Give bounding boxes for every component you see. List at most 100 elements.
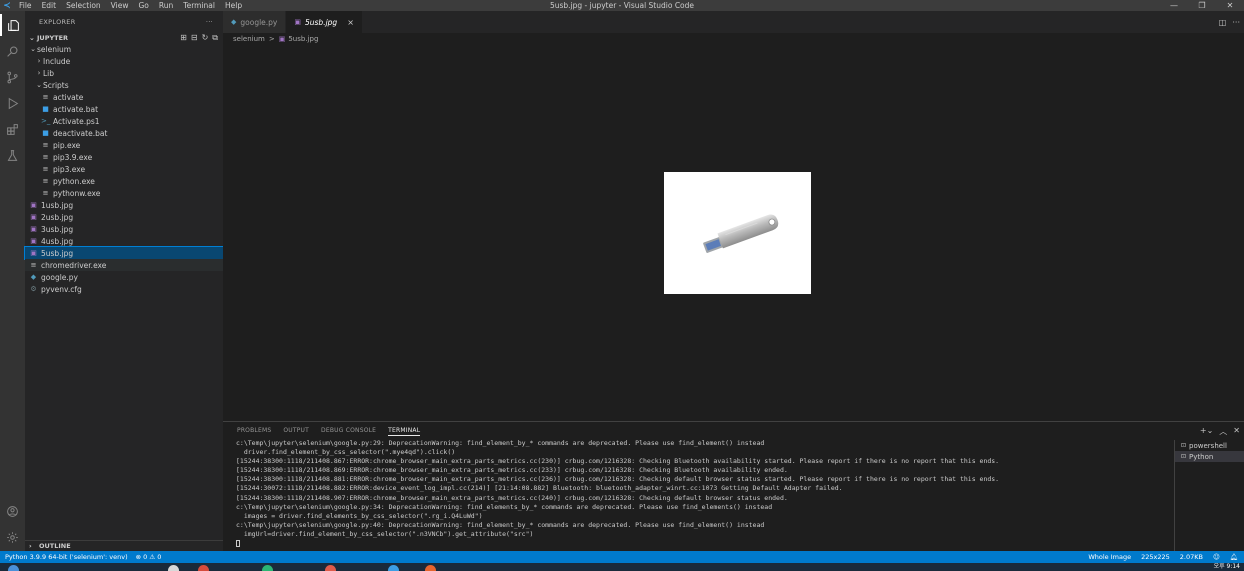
- editor-area: ◆ google.py ▣ 5usb.jpg × ◫ ··· selenium …: [223, 11, 1244, 421]
- tree-item-label: 5usb.jpg: [41, 248, 74, 258]
- tree-file[interactable]: ≡ chromedriver.exe: [25, 259, 223, 271]
- run-debug-icon[interactable]: [0, 92, 25, 114]
- menu-go[interactable]: Go: [133, 0, 153, 11]
- chevron-down-icon: ⌄: [30, 45, 36, 53]
- tab-problems[interactable]: PROBLEMS: [237, 427, 271, 435]
- source-control-icon[interactable]: [0, 66, 25, 88]
- tab-label: 5usb.jpg: [305, 17, 338, 27]
- app-icon[interactable]: [325, 565, 336, 571]
- new-file-icon[interactable]: ⊞: [180, 33, 187, 43]
- breadcrumb-file[interactable]: 5usb.jpg: [288, 35, 318, 43]
- file-type-icon: ≡: [42, 93, 49, 101]
- account-icon[interactable]: [0, 500, 25, 522]
- terminal-line: [15244:30072:1118/211408.882:ERROR:devic…: [236, 484, 843, 493]
- terminal-line: [15244:38300:1118/211408.881:ERROR:chrom…: [236, 475, 1000, 484]
- terminal-item-powershell[interactable]: ⊡ powershell: [1175, 440, 1244, 451]
- extensions-icon[interactable]: [0, 118, 25, 140]
- tree-item-label: Scripts: [43, 80, 69, 90]
- tab-google-py[interactable]: ◆ google.py: [223, 11, 287, 33]
- menu-help[interactable]: Help: [220, 0, 247, 11]
- tree-folder[interactable]: ⌄ selenium: [25, 43, 223, 55]
- search-icon[interactable]: [0, 40, 25, 62]
- feedback-icon[interactable]: ☺: [1213, 553, 1220, 561]
- app-icon[interactable]: [198, 565, 209, 571]
- terminal-line: c:\Temp\jupyter\selenium\google.py:29: D…: [236, 439, 765, 447]
- tree-file[interactable]: ■ activate.bat: [25, 103, 223, 115]
- notifications-bell-icon[interactable]: 🔔︎: [1230, 553, 1238, 561]
- tree-file[interactable]: ▣ 5usb.jpg: [24, 246, 224, 260]
- tab-5usb-jpg[interactable]: ▣ 5usb.jpg ×: [286, 11, 363, 33]
- tree-file[interactable]: >_ Activate.ps1: [25, 115, 223, 127]
- tree-file[interactable]: ≡ python.exe: [25, 175, 223, 187]
- breadcrumb-folder[interactable]: selenium: [233, 35, 265, 43]
- new-folder-icon[interactable]: ⊟: [191, 33, 198, 43]
- terminal-line: [15244:38300:1118/211408.907:ERROR:chrom…: [236, 493, 788, 502]
- explorer-icon[interactable]: [0, 14, 25, 36]
- collapse-all-icon[interactable]: ⧉: [212, 33, 218, 43]
- app-icon[interactable]: [168, 565, 179, 571]
- tree-file[interactable]: ≡ pip.exe: [25, 139, 223, 151]
- tree-file[interactable]: ▣ 4usb.jpg: [25, 235, 223, 247]
- terminal-line: [15244:38300:1118/211408.867:ERROR:chrom…: [236, 457, 1000, 466]
- tree-file[interactable]: ◆ google.py: [25, 271, 223, 283]
- image-preview: [664, 172, 811, 294]
- workspace-section[interactable]: ⌄ JUPYTER ⊞ ⊟ ↻ ⧉: [25, 33, 223, 43]
- maximize-panel-icon[interactable]: ︿: [1219, 426, 1227, 437]
- more-actions-icon[interactable]: ···: [206, 18, 213, 26]
- menu-terminal[interactable]: Terminal: [178, 0, 220, 11]
- file-tree: ⌄ selenium › Include › Lib ⌄ Scripts ≡ activate ■ a…: [24, 43, 224, 295]
- more-actions-icon[interactable]: ···: [1232, 18, 1240, 27]
- file-type-icon: >_: [41, 117, 51, 125]
- testing-flask-icon[interactable]: [0, 144, 25, 166]
- tree-file[interactable]: ≡ pip3.exe: [25, 163, 223, 175]
- terminal-line: imgUrl=driver.find_element_by_css_select…: [236, 529, 534, 538]
- tree-file[interactable]: ▣ 1usb.jpg: [25, 199, 223, 211]
- tree-file[interactable]: ⚙ pyvenv.cfg: [25, 283, 223, 295]
- refresh-icon[interactable]: ↻: [202, 33, 209, 43]
- terminal-item-python[interactable]: ⊡ Python: [1175, 451, 1244, 462]
- tree-folder[interactable]: ⌄ Scripts: [25, 79, 223, 91]
- settings-gear-icon[interactable]: [0, 526, 25, 548]
- menu-file[interactable]: File: [14, 0, 37, 11]
- app-icon[interactable]: [425, 565, 436, 571]
- start-icon[interactable]: [8, 565, 19, 571]
- close-tab-icon[interactable]: ×: [347, 18, 354, 27]
- menu-selection[interactable]: Selection: [61, 0, 106, 11]
- maximize-icon[interactable]: ❐: [1188, 0, 1216, 11]
- chevron-down-icon: ⌄: [29, 34, 35, 42]
- tree-file[interactable]: ▣ 3usb.jpg: [25, 223, 223, 235]
- outline-section[interactable]: › OUTLINE: [25, 540, 223, 551]
- tree-file[interactable]: ≡ pip3.9.exe: [25, 151, 223, 163]
- file-type-icon: ≡: [42, 189, 49, 197]
- tree-file[interactable]: ≡ activate: [25, 91, 223, 103]
- close-panel-icon[interactable]: ✕: [1233, 426, 1240, 437]
- file-type-icon: ▣: [30, 249, 37, 257]
- python-interpreter[interactable]: Python 3.9.9 64-bit ('selenium': venv): [5, 553, 128, 561]
- tree-folder[interactable]: › Lib: [25, 67, 223, 79]
- tree-file[interactable]: ≡ pythonw.exe: [25, 187, 223, 199]
- zoom-mode[interactable]: Whole Image: [1088, 553, 1131, 561]
- tab-debug-console[interactable]: DEBUG CONSOLE: [321, 427, 376, 435]
- tree-file[interactable]: ■ deactivate.bat: [25, 127, 223, 139]
- tree-item-label: 3usb.jpg: [41, 224, 74, 234]
- terminal-output[interactable]: c:\Temp\jupyter\selenium\google.py:29: D…: [236, 439, 1171, 551]
- os-taskbar: 오후 9:14: [0, 563, 1244, 571]
- menu-run[interactable]: Run: [154, 0, 178, 11]
- minimize-icon[interactable]: —: [1160, 0, 1188, 11]
- terminal-line: c:\Temp\jupyter\selenium\google.py:34: D…: [236, 502, 773, 511]
- menu-view[interactable]: View: [106, 0, 134, 11]
- python-file-icon: ◆: [231, 18, 237, 26]
- new-terminal-icon[interactable]: +⌄: [1200, 426, 1213, 437]
- tree-item-label: chromedriver.exe: [41, 260, 107, 270]
- tree-file[interactable]: ▣ 2usb.jpg: [25, 211, 223, 223]
- menu-edit[interactable]: Edit: [37, 0, 62, 11]
- tab-output[interactable]: OUTPUT: [283, 427, 309, 435]
- app-icon[interactable]: [262, 565, 273, 571]
- terminal-list: ⊡ powershell ⊡ Python: [1174, 440, 1244, 551]
- vscode-taskbar-icon[interactable]: [388, 565, 399, 571]
- tab-terminal[interactable]: TERMINAL: [388, 427, 421, 436]
- tree-folder[interactable]: › Include: [25, 55, 223, 67]
- problems-count[interactable]: ⊗ 0 ⚠ 0: [136, 553, 162, 561]
- split-editor-icon[interactable]: ◫: [1219, 18, 1227, 27]
- close-window-icon[interactable]: ✕: [1216, 0, 1244, 11]
